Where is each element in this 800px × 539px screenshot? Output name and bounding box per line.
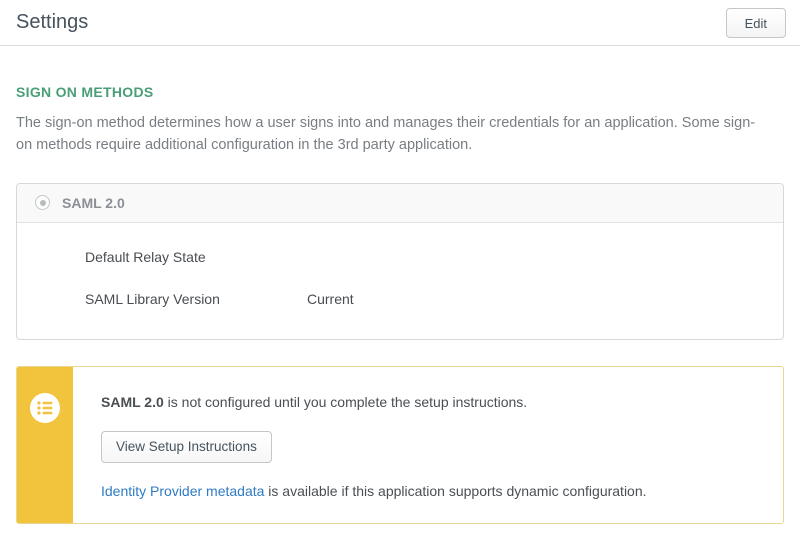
saml-radio-button[interactable] [35,195,50,210]
field-value: Current [307,291,354,307]
main-content: SIGN ON METHODS The sign-on method deter… [0,84,800,524]
sign-on-methods-heading: SIGN ON METHODS [16,84,784,100]
field-label: SAML Library Version [85,291,307,307]
sign-on-methods-description: The sign-on method determines how a user… [16,112,771,157]
callout-yellow-stripe [17,367,73,523]
setup-warning-callout: SAML 2.0 is not configured until you com… [16,366,784,524]
page-title: Settings [16,11,88,34]
field-row-default-relay-state: Default Relay State [85,249,765,265]
field-label: Default Relay State [85,249,307,265]
identity-provider-metadata-link[interactable]: Identity Provider metadata [101,483,264,499]
saml-panel-header: SAML 2.0 [17,184,783,223]
saml-panel-title: SAML 2.0 [62,195,125,211]
setup-instructions-list-icon [30,393,60,423]
page-header: Settings Edit [0,0,800,46]
callout-body: SAML 2.0 is not configured until you com… [73,367,783,523]
saml-panel: SAML 2.0 Default Relay State SAML Librar… [16,183,784,340]
metadata-line-rest: is available if this application support… [264,483,646,499]
view-setup-instructions-button[interactable]: View Setup Instructions [101,431,272,463]
field-row-saml-library-version: SAML Library Version Current [85,291,765,307]
callout-message: SAML 2.0 is not configured until you com… [101,393,759,413]
callout-message-rest: is not configured until you complete the… [164,394,527,410]
radio-selected-dot [40,200,46,206]
metadata-line: Identity Provider metadata is available … [101,483,759,499]
edit-button[interactable]: Edit [726,8,786,38]
callout-message-bold: SAML 2.0 [101,394,164,410]
saml-panel-body: Default Relay State SAML Library Version… [17,223,783,339]
